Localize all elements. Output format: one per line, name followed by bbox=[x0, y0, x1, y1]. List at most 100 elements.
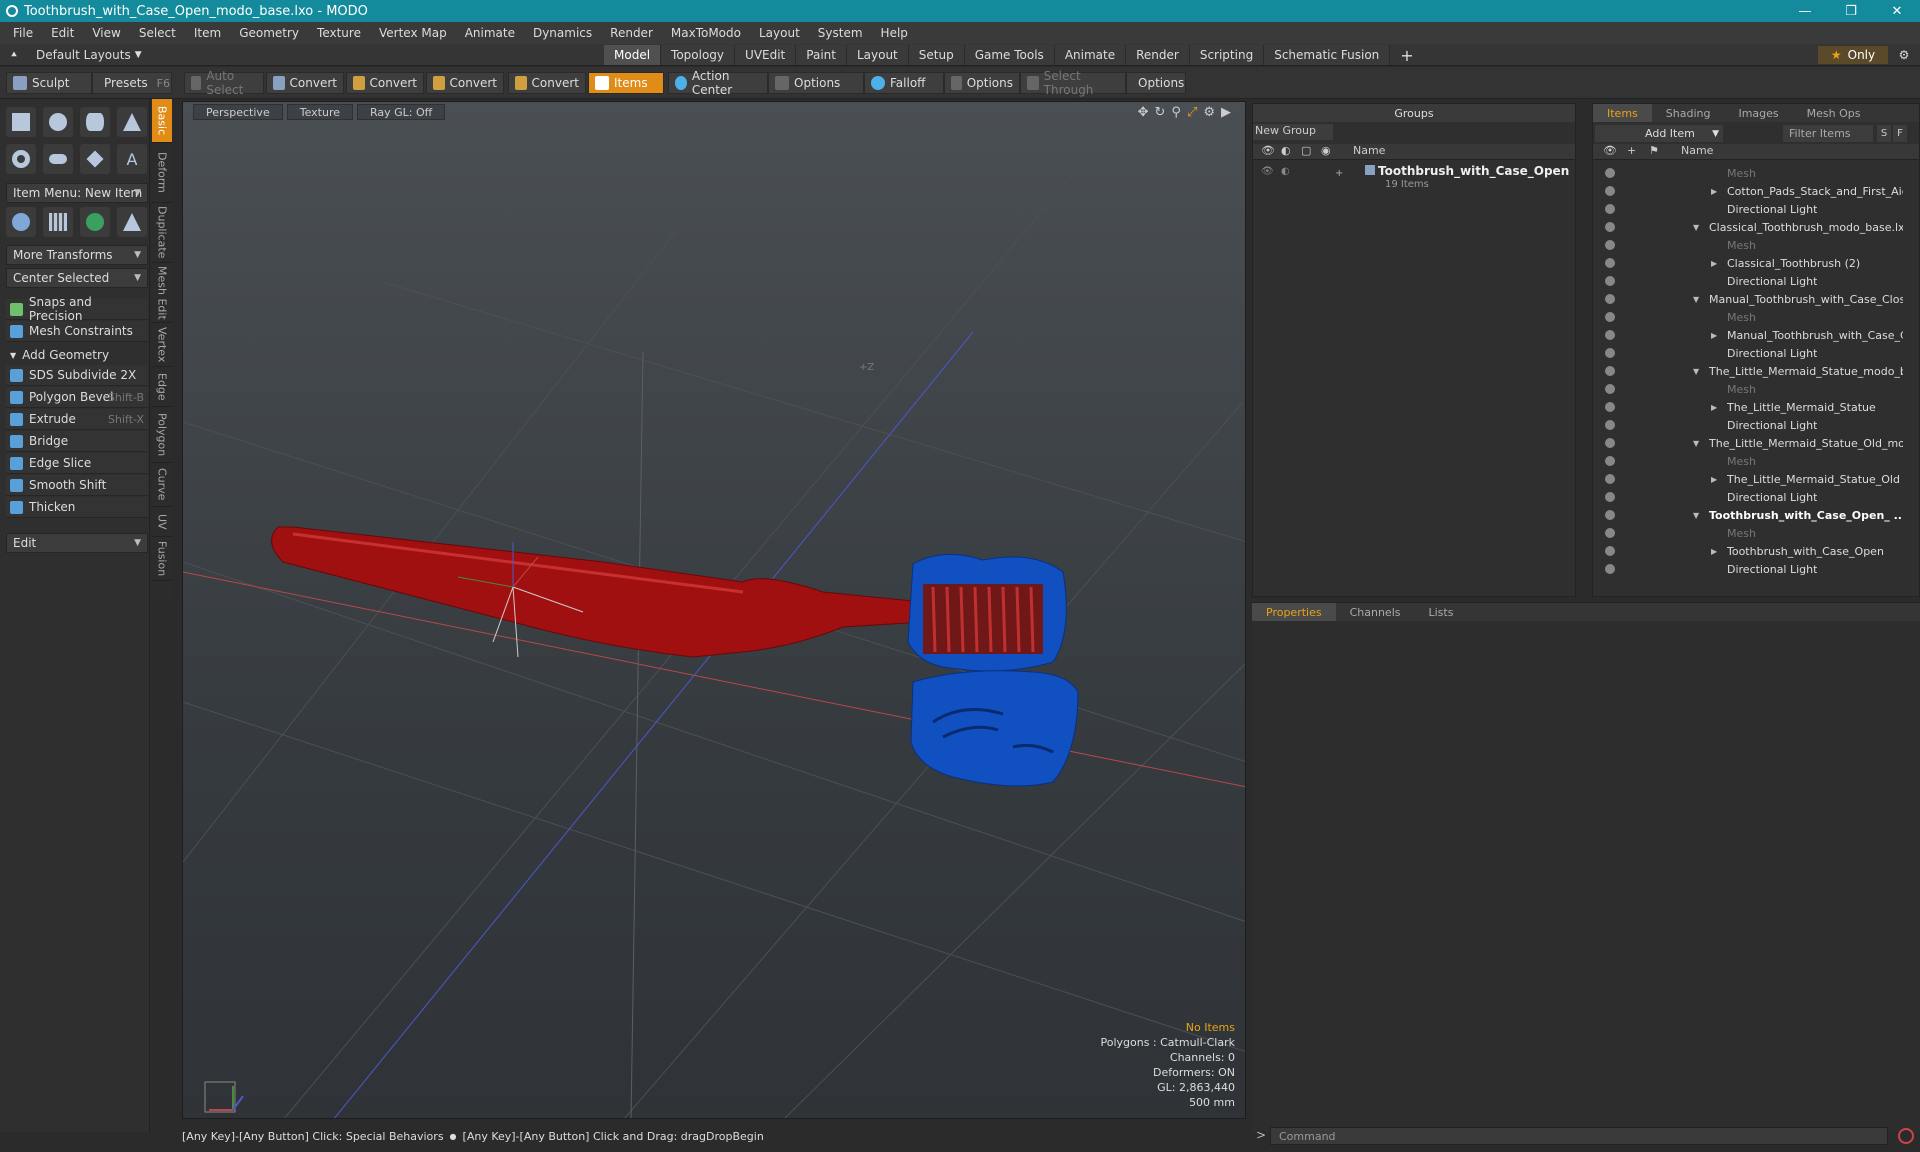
item-row[interactable]: Directional Light bbox=[1593, 416, 1909, 434]
visibility-icon[interactable] bbox=[1605, 222, 1615, 232]
item-row[interactable]: Directional Light bbox=[1593, 560, 1909, 578]
new-group-button[interactable]: New Group bbox=[1253, 124, 1333, 140]
visibility-icon[interactable] bbox=[1605, 456, 1615, 466]
item-row[interactable]: ▶ The_Little_Mermaid_Statue_Old bbox=[1593, 470, 1909, 488]
add-geometry-header[interactable]: ▼ Add Geometry bbox=[6, 345, 148, 365]
visibility-icon[interactable]: 👁 bbox=[1603, 144, 1617, 157]
item-row[interactable]: Directional Light bbox=[1593, 200, 1909, 218]
items-tab-mesh-ops[interactable]: Mesh Ops bbox=[1793, 104, 1875, 122]
visibility-icon[interactable] bbox=[1605, 384, 1615, 394]
add-item-button[interactable]: Add Item ▼ bbox=[1595, 125, 1723, 142]
item-row[interactable]: ▶ The_Little_Mermaid_Statue bbox=[1593, 398, 1909, 416]
only-toggle[interactable]: ★ Only bbox=[1818, 46, 1888, 64]
item-row[interactable]: ▶ Manual_Toothbrush_with_Case_Cl... bbox=[1593, 326, 1909, 344]
item-row[interactable]: ▼ Manual_Toothbrush_with_Case_Clos ... bbox=[1593, 290, 1909, 308]
action-center-button[interactable]: Action Center bbox=[668, 69, 768, 97]
default-layouts-dropdown[interactable]: Default Layouts bbox=[36, 48, 131, 62]
visibility-icon[interactable] bbox=[1605, 510, 1615, 520]
sphere-icon[interactable] bbox=[43, 107, 73, 137]
falloff-button[interactable]: Falloff bbox=[864, 72, 944, 94]
menu-file[interactable]: File bbox=[4, 26, 42, 40]
visibility-icon[interactable] bbox=[1605, 402, 1615, 412]
sculpt-button[interactable]: Sculpt bbox=[6, 72, 92, 94]
menu-geometry[interactable]: Geometry bbox=[230, 26, 308, 40]
side-tab-polygon[interactable]: Polygon bbox=[152, 407, 172, 463]
expand-toggle-icon[interactable]: ▶ bbox=[1711, 259, 1717, 268]
capsule-icon[interactable] bbox=[43, 144, 73, 174]
mesh-constraints-button[interactable]: Mesh Constraints bbox=[6, 321, 148, 342]
tab-topology[interactable]: Topology bbox=[661, 45, 736, 65]
cube-icon[interactable] bbox=[6, 107, 36, 137]
gear-icon[interactable]: ⚙ bbox=[1894, 46, 1914, 64]
item-row[interactable]: ▼ The_Little_Mermaid_Statue_modo_b ... bbox=[1593, 362, 1909, 380]
menu-vertex-map[interactable]: Vertex Map bbox=[370, 26, 456, 40]
viewport-settings-icon[interactable]: ⚙ bbox=[1203, 105, 1215, 120]
expand-toggle-icon[interactable]: ▼ bbox=[1693, 439, 1699, 448]
convert-edges-button[interactable]: Convert bbox=[346, 72, 424, 94]
menu-help[interactable]: Help bbox=[872, 26, 917, 40]
cone-icon[interactable] bbox=[117, 107, 147, 137]
item-row[interactable]: Directional Light bbox=[1593, 272, 1909, 290]
expand-toggle-icon[interactable]: ▶ bbox=[1711, 331, 1717, 340]
visibility-icon[interactable] bbox=[1605, 438, 1615, 448]
rotate-view-icon[interactable]: ↻ bbox=[1155, 105, 1166, 120]
filter-items-input[interactable]: Filter Items bbox=[1783, 125, 1873, 142]
visibility-icon[interactable] bbox=[1605, 366, 1615, 376]
tab-model[interactable]: Model bbox=[604, 45, 662, 65]
visibility-icon[interactable] bbox=[1605, 204, 1615, 214]
tool-smooth-shift[interactable]: Smooth Shift bbox=[6, 475, 148, 496]
item-row[interactable]: ▼ The_Little_Mermaid_Statue_Old_mod... bbox=[1593, 434, 1909, 452]
command-input[interactable]: Command bbox=[1270, 1127, 1888, 1145]
side-tab-vertex[interactable]: Vertex bbox=[152, 323, 172, 367]
side-tab-duplicate[interactable]: Duplicate bbox=[152, 203, 172, 263]
transform-icon[interactable] bbox=[6, 207, 36, 237]
torus-icon[interactable] bbox=[6, 144, 36, 174]
item-row[interactable]: Mesh bbox=[1593, 164, 1909, 182]
visibility-icon[interactable] bbox=[1605, 276, 1615, 286]
tool-thicken[interactable]: Thicken bbox=[6, 497, 148, 518]
visibility-icon[interactable]: 👁 bbox=[1261, 144, 1275, 157]
side-tab-uv[interactable]: UV bbox=[152, 507, 172, 537]
visibility-icon[interactable] bbox=[1605, 168, 1615, 178]
visibility-icon[interactable] bbox=[1605, 312, 1615, 322]
side-tab-mesh-edit[interactable]: Mesh Edit bbox=[152, 263, 172, 323]
side-tab-basic[interactable]: Basic bbox=[152, 99, 172, 143]
zoom-view-icon[interactable]: ⚲ bbox=[1171, 105, 1181, 120]
convert-materials-button[interactable]: Convert bbox=[508, 72, 586, 94]
expand-toggle-icon[interactable]: ▶ bbox=[1711, 187, 1717, 196]
item-row[interactable]: Mesh bbox=[1593, 452, 1909, 470]
shading-dropdown[interactable]: Texture bbox=[286, 104, 353, 120]
menu-select[interactable]: Select bbox=[130, 26, 185, 40]
tool-sds-subdivide-2x[interactable]: SDS Subdivide 2X bbox=[6, 365, 148, 386]
move-view-icon[interactable]: ✥ bbox=[1138, 105, 1149, 120]
expand-toggle-icon[interactable]: ▶ bbox=[1711, 547, 1717, 556]
item-row[interactable]: ▼ Toothbrush_with_Case_Open_ ... bbox=[1593, 506, 1909, 524]
convert-vertices-button[interactable]: Convert bbox=[266, 72, 344, 94]
tab-layout[interactable]: Layout bbox=[846, 45, 909, 65]
visibility-icon[interactable] bbox=[1605, 186, 1615, 196]
pen-icon[interactable] bbox=[80, 144, 110, 174]
menu-render[interactable]: Render bbox=[601, 26, 662, 40]
filter-s-button[interactable]: S bbox=[1877, 125, 1891, 142]
3d-viewport[interactable]: +Z Perspective Texture Ray GL: Off ✥ ↻ ⚲… bbox=[182, 101, 1246, 1119]
render-icon[interactable]: ◐ bbox=[1281, 144, 1291, 157]
render-icon[interactable]: ⚑ bbox=[1649, 144, 1659, 157]
group-name[interactable]: Toothbrush_with_Case_Open bbox=[1378, 164, 1569, 178]
side-tab-curve[interactable]: Curve bbox=[152, 463, 172, 507]
item-row[interactable]: ▶ Classical_Toothbrush (2) bbox=[1593, 254, 1909, 272]
expand-toggle-icon[interactable]: ▶ bbox=[1711, 475, 1717, 484]
tab-render[interactable]: Render bbox=[1126, 45, 1190, 65]
cylinder-icon[interactable] bbox=[80, 107, 110, 137]
menu-texture[interactable]: Texture bbox=[308, 26, 370, 40]
menu-maxtomodo[interactable]: MaxToModo bbox=[662, 26, 750, 40]
tab-game-tools[interactable]: Game Tools bbox=[964, 45, 1055, 65]
menu-animate[interactable]: Animate bbox=[456, 26, 524, 40]
menu-item[interactable]: Item bbox=[185, 26, 230, 40]
raygl-toggle[interactable]: Ray GL: Off bbox=[357, 104, 446, 120]
item-row[interactable]: ▶ Toothbrush_with_Case_Open bbox=[1593, 542, 1909, 560]
visibility-icon[interactable] bbox=[1605, 564, 1615, 574]
item-row[interactable]: Mesh bbox=[1593, 236, 1909, 254]
side-tab-fusion[interactable]: Fusion bbox=[152, 537, 172, 581]
visibility-icon[interactable] bbox=[1605, 546, 1615, 556]
edit-dropdown[interactable]: Edit ▼ bbox=[6, 533, 148, 553]
